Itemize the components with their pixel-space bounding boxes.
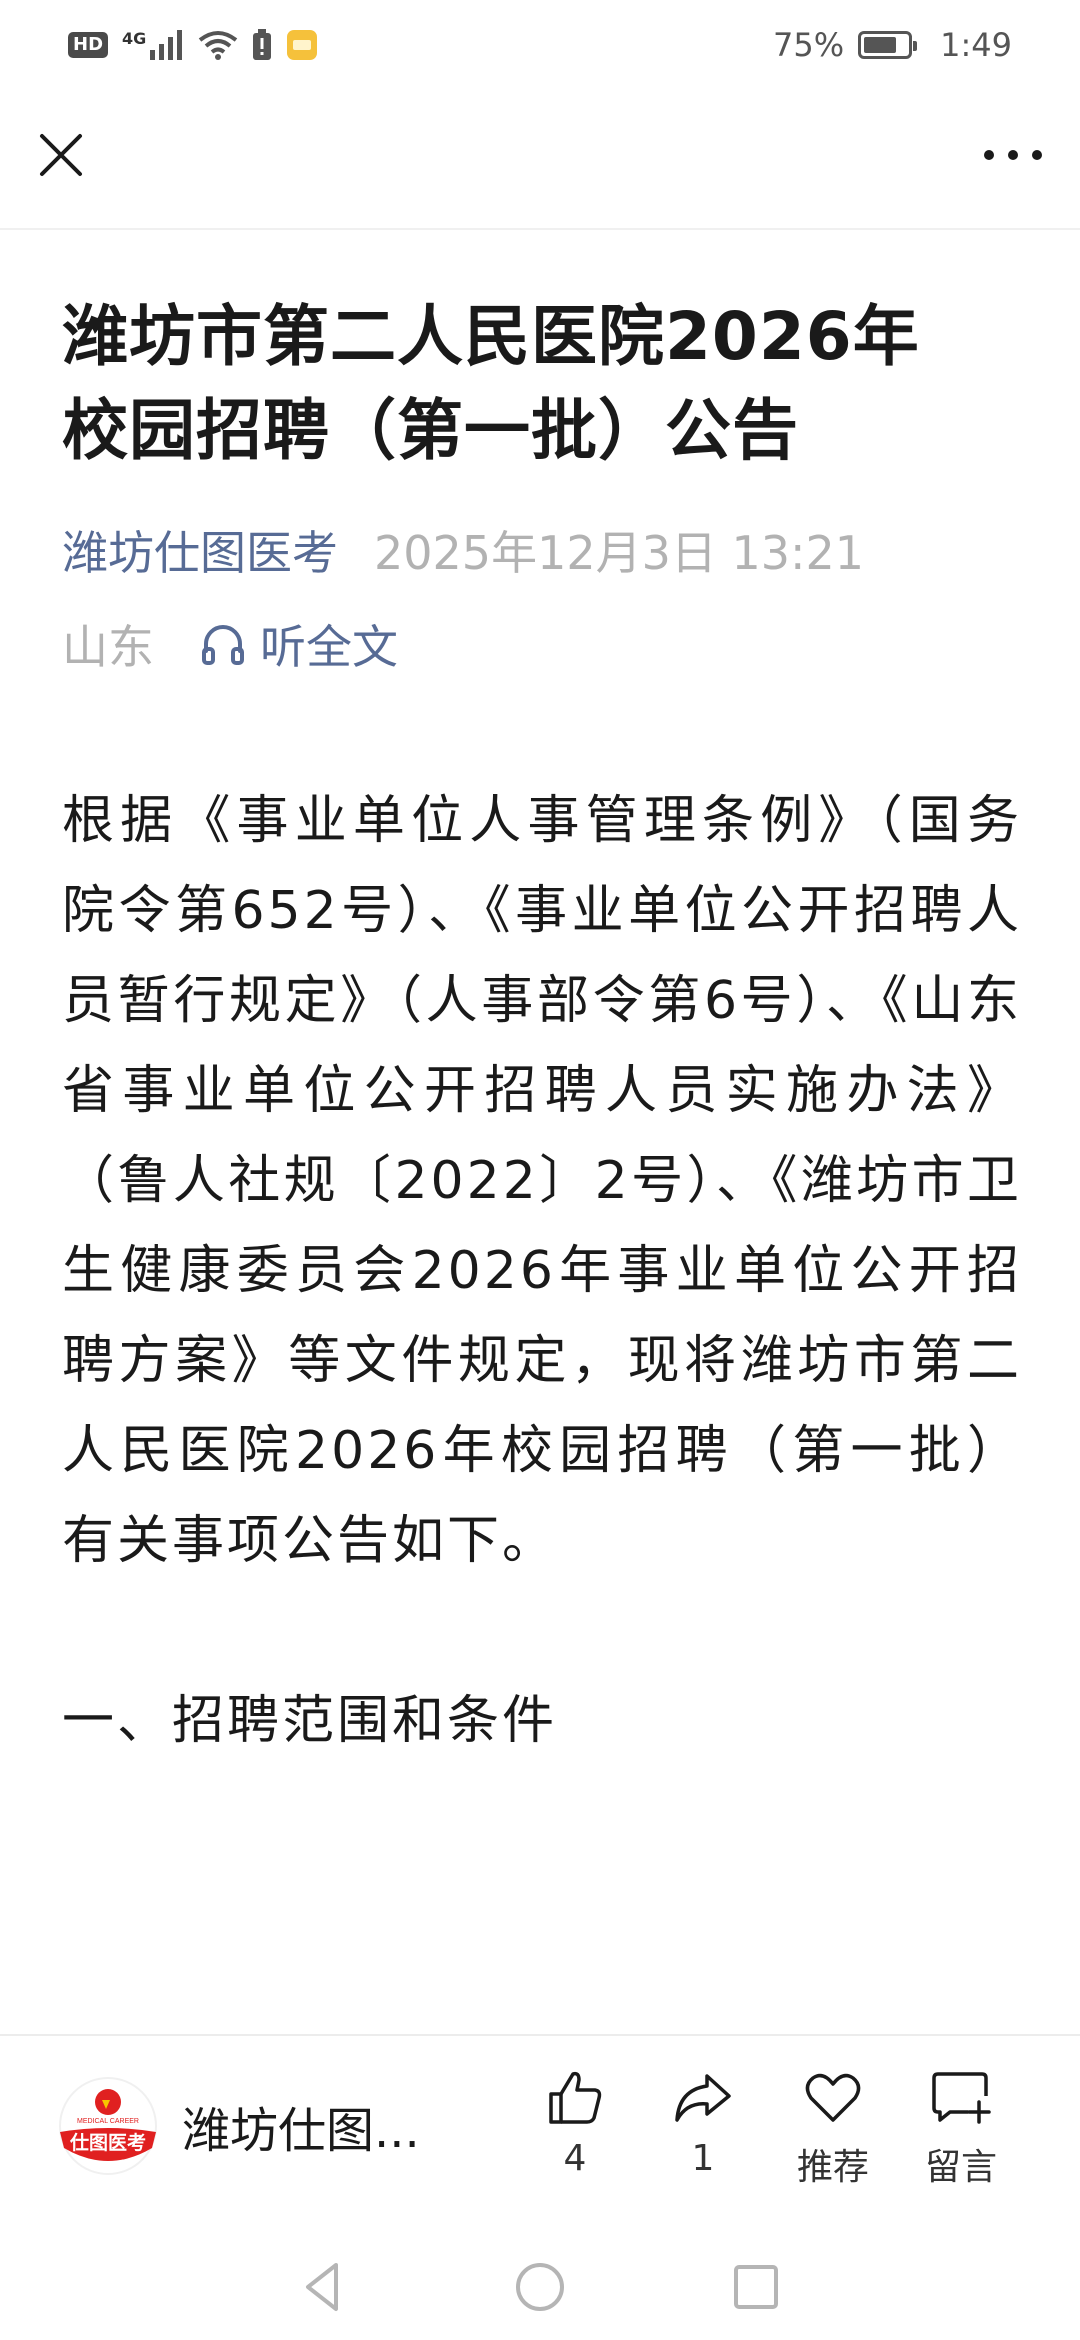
like-count: 4 — [563, 2138, 587, 2179]
status-icons-right: 75% 1:49 — [773, 26, 1012, 64]
article-content: 潍坊市第二人民医院2026年 校园招聘（第一批）公告 潍坊仕图医考 2025年1… — [62, 290, 1022, 1766]
wifi-icon — [199, 31, 238, 60]
notification-app-icon — [287, 30, 318, 60]
svg-text:仕图医考: 仕图医考 — [69, 2131, 146, 2154]
region-label: 山东 — [62, 620, 154, 674]
system-nav-bar — [0, 2234, 1080, 2340]
top-nav-bar — [0, 90, 1080, 230]
bottom-action-bar: MEDICAL CAREER 仕图医考 潍坊仕图... 4 1 推荐 留言 — [0, 2034, 1080, 2234]
battery-alert-icon — [253, 29, 272, 60]
article-title-line-1: 潍坊市第二人民医院2026年 — [62, 298, 920, 375]
clock: 1:49 — [940, 26, 1012, 64]
account-name-link[interactable]: 潍坊仕图医考 — [62, 517, 338, 583]
cellular-signal-icon — [150, 30, 183, 60]
section-heading: 一、招聘范围和条件 — [62, 1691, 558, 1751]
publish-time: 2025年12月3日 13:21 — [374, 526, 865, 580]
article-page: HD 4G 75% 1:49 潍坊市第二人民医院2026年 校园招聘（第一批）公… — [0, 0, 1080, 2340]
status-bar: HD 4G 75% 1:49 — [0, 0, 1080, 90]
hd-icon: HD — [68, 32, 109, 58]
svg-text:MEDICAL CAREER: MEDICAL CAREER — [77, 2118, 139, 2125]
home-icon[interactable] — [510, 2257, 570, 2317]
back-icon[interactable] — [294, 2257, 354, 2317]
thumbs-up-icon — [549, 2071, 602, 2124]
article-paragraph: 根据《事业单位人事管理条例》（国务院令第652号）、《事业单位公开招聘人员暂行规… — [62, 791, 1022, 1571]
account-name-short: 潍坊仕图... — [182, 2103, 420, 2159]
listen-label: 听全文 — [260, 620, 398, 674]
comment-add-icon — [932, 2072, 991, 2124]
recommend-label: 推荐 — [796, 2147, 869, 2188]
share-button[interactable]: 1 — [648, 2068, 758, 2179]
network-type-label: 4G — [122, 28, 147, 48]
account-logo: MEDICAL CAREER 仕图医考 — [59, 2077, 157, 2175]
close-icon[interactable] — [34, 128, 88, 182]
listen-full-text-button[interactable]: 听全文 — [200, 611, 398, 677]
article-title-line-2: 校园招聘（第一批）公告 — [62, 392, 799, 469]
article-title: 潍坊市第二人民医院2026年 校园招聘（第一批）公告 — [62, 290, 1022, 478]
share-arrow-icon — [675, 2074, 731, 2122]
battery-level-fill — [864, 37, 896, 53]
like-button[interactable]: 4 — [520, 2068, 630, 2179]
battery-percent: 75% — [773, 26, 845, 64]
more-options-icon[interactable] — [980, 128, 1046, 182]
article-meta: 潍坊仕图医考 2025年12月3日 13:21 — [62, 518, 1022, 582]
status-icons-left: HD 4G — [68, 29, 318, 61]
article-meta-secondary: 山东 听全文 — [62, 612, 1022, 676]
share-count: 1 — [691, 2138, 715, 2179]
headphones-icon — [202, 625, 244, 665]
comment-button[interactable]: 留言 — [906, 2068, 1016, 2190]
comment-label: 留言 — [924, 2147, 997, 2188]
heart-icon — [805, 2073, 861, 2122]
recommend-button[interactable]: 推荐 — [778, 2068, 888, 2190]
account-profile-button[interactable]: MEDICAL CAREER 仕图医考 潍坊仕图... — [58, 2076, 452, 2176]
battery-icon — [858, 31, 918, 59]
recents-icon[interactable] — [726, 2257, 786, 2317]
